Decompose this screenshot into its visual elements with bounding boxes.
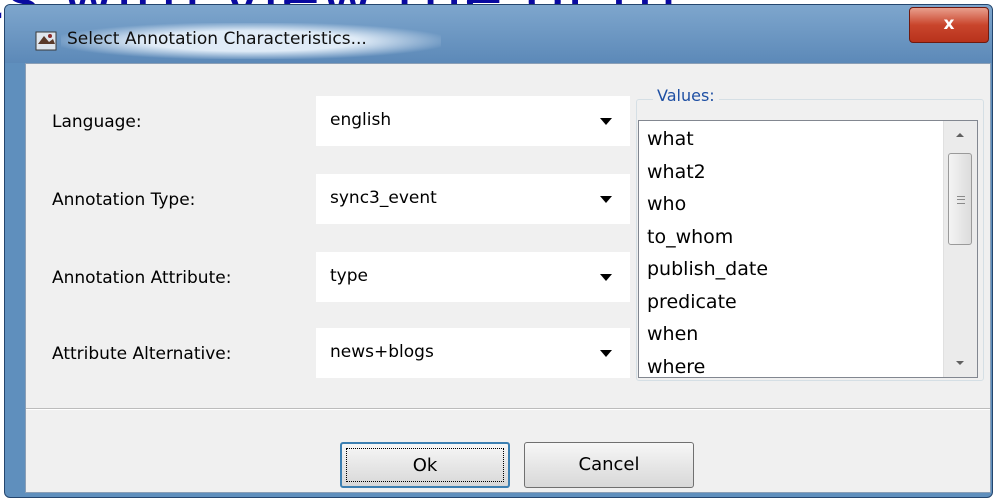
attribute-alternative-value: news+blogs [330, 342, 434, 362]
cancel-button[interactable]: Cancel [524, 442, 694, 488]
annotation-type-value: sync3_event [330, 188, 437, 208]
dialog-window: Select Annotation Characteristics... x L… [4, 4, 993, 498]
list-item[interactable]: who [647, 188, 768, 221]
close-button[interactable]: x [909, 7, 989, 43]
annotation-attribute-value: type [330, 266, 368, 286]
language-label: Language: [52, 112, 142, 132]
focus-rectangle [346, 448, 504, 482]
chevron-down-icon [600, 350, 612, 357]
list-item[interactable]: where [647, 351, 768, 378]
values-listbox[interactable]: what what2 who to_whom publish_date pred… [638, 120, 978, 378]
scroll-thumb[interactable] [948, 153, 972, 245]
scroll-down-icon[interactable] [956, 361, 964, 365]
chevron-down-icon [600, 118, 612, 125]
ok-button[interactable]: Ok [340, 442, 510, 488]
values-group-title: Values: [653, 86, 719, 105]
values-list: what what2 who to_whom publish_date pred… [647, 123, 768, 378]
attribute-alternative-select[interactable]: news+blogs [316, 328, 630, 378]
annotation-type-label: Annotation Type: [52, 190, 196, 210]
list-item[interactable]: publish_date [647, 253, 768, 286]
chevron-down-icon [600, 196, 612, 203]
language-select[interactable]: english [316, 96, 630, 146]
list-item[interactable]: to_whom [647, 221, 768, 254]
chevron-down-icon [600, 274, 612, 281]
list-item[interactable]: when [647, 318, 768, 351]
grip-icon [957, 196, 965, 204]
app-icon [35, 31, 57, 51]
cancel-button-label: Cancel [578, 454, 640, 475]
scroll-up-icon[interactable] [956, 133, 964, 137]
dialog-title: Select Annotation Characteristics... [67, 29, 367, 49]
annotation-attribute-select[interactable]: type [316, 252, 630, 302]
values-scrollbar[interactable] [943, 121, 977, 377]
list-item[interactable]: predicate [647, 286, 768, 319]
annotation-type-select[interactable]: sync3_event [316, 174, 630, 224]
list-item[interactable]: what [647, 123, 768, 156]
dialog-client: Language: english Annotation Type: sync3… [25, 63, 991, 493]
language-value: english [330, 110, 392, 130]
list-item[interactable]: what2 [647, 156, 768, 189]
title-bar[interactable]: Select Annotation Characteristics... x [5, 5, 992, 63]
annotation-attribute-label: Annotation Attribute: [52, 268, 232, 288]
attribute-alternative-label: Attribute Alternative: [52, 344, 232, 364]
separator-highlight [26, 409, 990, 410]
